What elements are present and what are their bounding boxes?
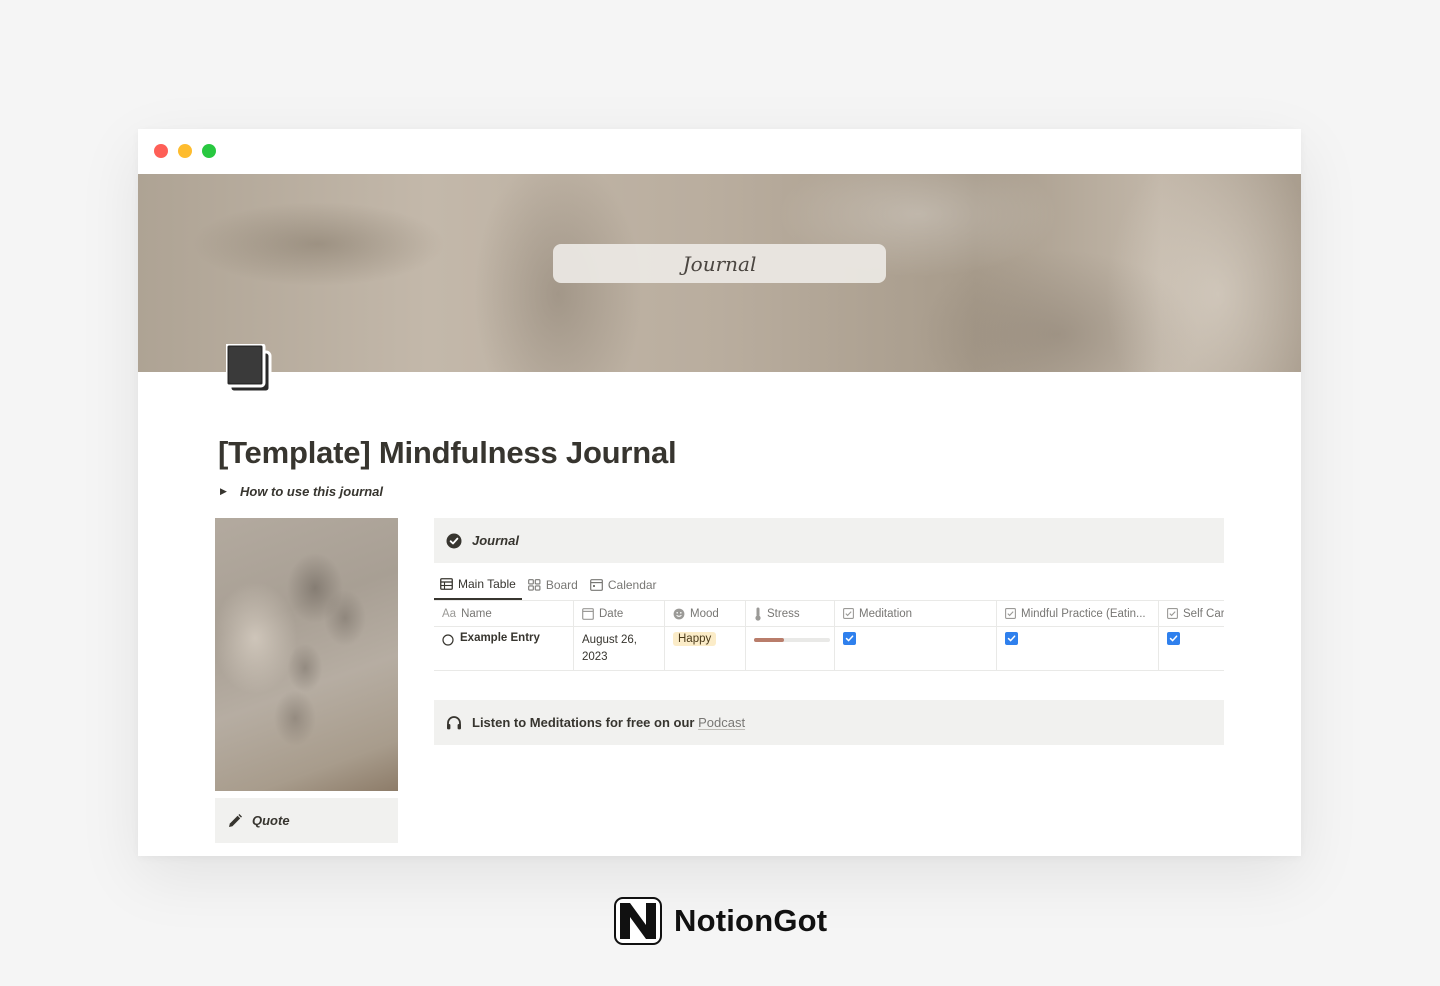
journal-table: Aa Name Date Mood Stress Meditation Mind…: [434, 600, 1224, 671]
check-icon: [845, 635, 854, 642]
column-label: Name: [461, 607, 492, 620]
check-circle-icon: [446, 533, 462, 548]
check-icon: [1007, 635, 1016, 642]
row-date-line-1: August 26,: [582, 634, 637, 646]
column-label: Date: [599, 607, 624, 620]
journal-callout[interactable]: Journal: [434, 518, 1224, 563]
cover-label: Journal: [553, 244, 886, 283]
row-stress-cell[interactable]: [746, 627, 835, 670]
column-header-mood[interactable]: Mood: [665, 601, 746, 626]
board-icon: [527, 578, 541, 591]
column-header-self-care[interactable]: Self Car: [1159, 601, 1224, 626]
stress-bar-fill: [754, 638, 785, 642]
minimize-window-button[interactable]: [178, 144, 192, 158]
view-tabs: Main Table Board Calendar: [434, 569, 663, 600]
close-window-button[interactable]: [154, 144, 168, 158]
column-label: Self Car: [1183, 607, 1224, 620]
table-header: Aa Name Date Mood Stress Meditation Mind…: [434, 600, 1224, 627]
notiongot-logo: [614, 897, 662, 945]
column-label: Meditation: [859, 607, 913, 620]
self-care-checkbox[interactable]: [1167, 632, 1180, 645]
book-icon[interactable]: [226, 344, 274, 396]
title-bar: [138, 129, 1301, 174]
zoom-window-button[interactable]: [202, 144, 216, 158]
thermometer-icon: [755, 607, 761, 621]
table-icon: [440, 577, 453, 590]
calendar-icon: [589, 578, 603, 591]
row-name: Example Entry: [460, 632, 540, 644]
side-image: [215, 518, 398, 791]
column-header-date[interactable]: Date: [574, 601, 665, 626]
tab-label: Calendar: [607, 577, 657, 592]
triangle-right-icon[interactable]: ▶: [220, 486, 230, 497]
column-label: Mindful Practice (Eatin...: [1021, 607, 1146, 620]
journal-callout-label: Journal: [472, 533, 519, 548]
headphones-icon: [447, 716, 461, 730]
podcast-callout: Listen to Meditations for free on our Po…: [434, 700, 1224, 745]
row-self-care-cell[interactable]: [1159, 627, 1224, 670]
column-header-name[interactable]: Aa Name: [434, 601, 574, 626]
table-row[interactable]: Example Entry August 26, 2023 Happy: [434, 627, 1224, 670]
notiongot-brand: NotionGot: [614, 897, 827, 945]
column-header-stress[interactable]: Stress: [746, 601, 835, 626]
pencil-icon: [229, 813, 242, 827]
check-icon: [1169, 635, 1178, 642]
toggle-label: How to use this journal: [240, 484, 384, 499]
app-window: Journal [Template] Mindfulness Journal ▶…: [138, 129, 1301, 856]
mood-tag: Happy: [673, 632, 717, 646]
tab-board[interactable]: Board: [522, 569, 584, 600]
how-to-toggle[interactable]: ▶ How to use this journal: [220, 484, 383, 499]
smile-icon: [673, 608, 685, 619]
podcast-text: Listen to Meditations for free on our: [472, 715, 695, 730]
checkbox-icon: [1005, 608, 1016, 619]
tab-calendar[interactable]: Calendar: [584, 569, 663, 600]
circle-outline-icon: [442, 634, 454, 646]
mindful-practice-checkbox[interactable]: [1005, 632, 1018, 645]
column-label: Stress: [767, 607, 800, 620]
column-header-mindful-practice[interactable]: Mindful Practice (Eatin...: [997, 601, 1159, 626]
podcast-link[interactable]: Podcast: [698, 715, 745, 730]
row-mindful-practice-cell[interactable]: [997, 627, 1159, 670]
brand-name: NotionGot: [674, 903, 828, 938]
row-mood-cell[interactable]: Happy: [665, 627, 746, 670]
tab-label: Main Table: [458, 576, 516, 591]
cover-image[interactable]: Journal: [138, 174, 1301, 372]
page-title: [Template] Mindfulness Journal: [218, 435, 677, 470]
checkbox-icon: [843, 608, 854, 619]
quote-callout[interactable]: Quote: [215, 798, 398, 843]
stress-bar: [754, 638, 830, 642]
row-meditation-cell[interactable]: [835, 627, 997, 670]
row-date-cell[interactable]: August 26, 2023: [574, 627, 665, 670]
column-label: Mood: [690, 607, 719, 620]
column-header-meditation[interactable]: Meditation: [835, 601, 997, 626]
quote-label: Quote: [252, 813, 290, 828]
text-property-icon: Aa: [442, 607, 457, 620]
row-date-line-2: 2023: [582, 651, 608, 663]
row-name-cell[interactable]: Example Entry: [434, 627, 574, 670]
calendar-icon: [582, 607, 594, 620]
checkbox-icon: [1167, 608, 1178, 619]
meditation-checkbox[interactable]: [843, 632, 856, 645]
tab-main-table[interactable]: Main Table: [434, 569, 522, 600]
tab-label: Board: [545, 577, 578, 592]
